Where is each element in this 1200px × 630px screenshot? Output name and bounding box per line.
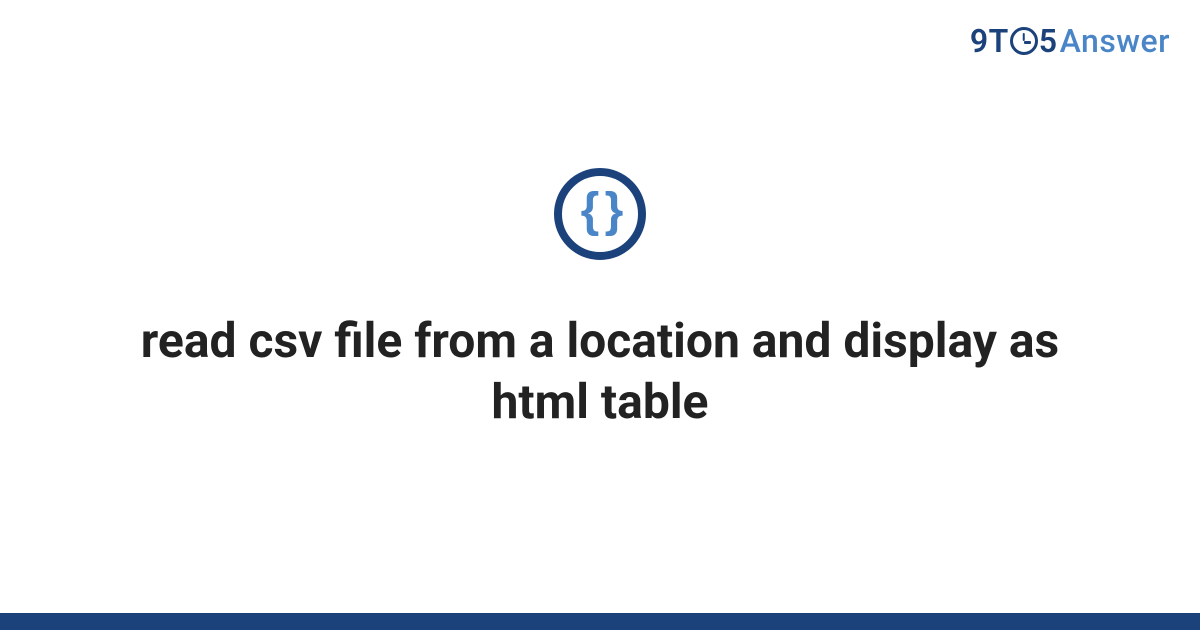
- braces-glyph: { }: [581, 187, 620, 235]
- code-braces-icon: { }: [554, 168, 646, 260]
- footer-accent-bar: [0, 613, 1200, 630]
- page-title: read csv file from a location and displa…: [100, 310, 1100, 433]
- content-area: { } read csv file from a location and di…: [0, 0, 1200, 630]
